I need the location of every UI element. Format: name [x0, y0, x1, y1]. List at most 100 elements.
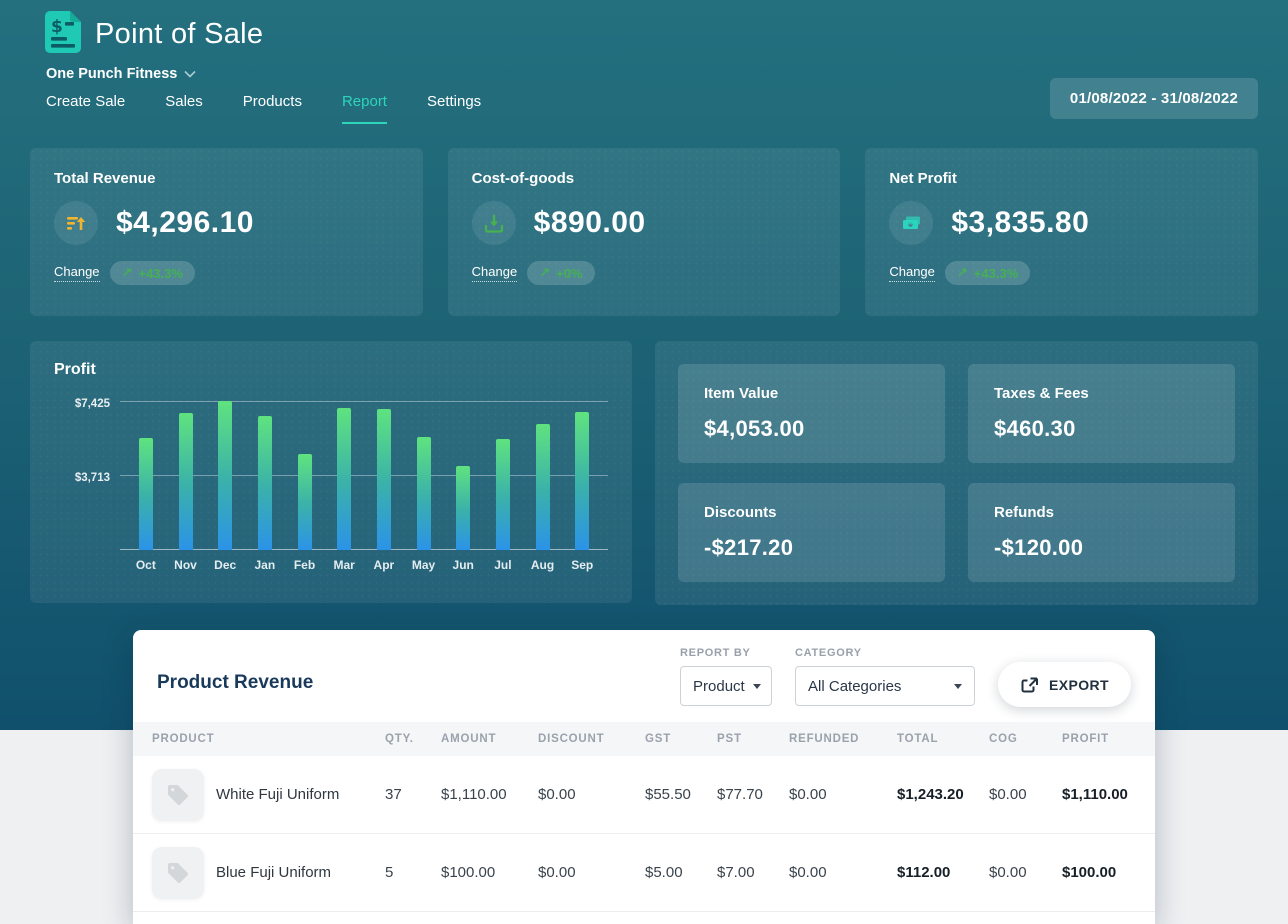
export-label: EXPORT: [1049, 677, 1109, 693]
middle-row: Profit $7,425$3,713 OctNovDecJanFebMarAp…: [30, 341, 1258, 605]
category-label: CATEGORY: [795, 647, 975, 659]
y-axis-label: $3,713: [75, 472, 110, 484]
stat-value: $4,296.10: [116, 206, 254, 240]
cell-amount: $1,110.00: [441, 786, 538, 803]
table-row[interactable]: Blue Fuji Uniform5$100.00$0.00$5.00$7.00…: [133, 834, 1155, 912]
bar-aug: [536, 424, 550, 550]
summary-label: Taxes & Fees: [994, 385, 1209, 402]
hero-section: $ Point of Sale One Punch Fitness Create…: [0, 0, 1288, 730]
column-header-cog: COG: [989, 733, 1062, 745]
stat-label: Net Profit: [889, 170, 1234, 187]
product-name: Blue Fuji Uniform: [216, 864, 331, 881]
revenue-trend-icon: [54, 201, 98, 245]
cell-qty: 5: [385, 864, 441, 881]
export-button[interactable]: EXPORT: [998, 662, 1131, 707]
stat-card-net-profit: Net Profit $3,835.80 Change ↗+43.3%: [865, 148, 1258, 316]
caret-down-icon: [753, 684, 761, 689]
summary-label: Discounts: [704, 504, 919, 521]
report-by-label: REPORT BY: [680, 647, 772, 659]
nav-tab-report[interactable]: Report: [342, 93, 387, 124]
column-header-profit: PROFIT: [1062, 733, 1155, 745]
chevron-down-icon: [184, 70, 196, 78]
summary-card-discounts: Discounts-$217.20: [678, 483, 945, 582]
stat-value: $890.00: [534, 206, 646, 240]
stat-card-cost-of-goods: Cost-of-goods $890.00 Change ↗+0%: [448, 148, 841, 316]
cell-cog: $0.00: [989, 864, 1062, 881]
column-header-product: PRODUCT: [152, 733, 385, 745]
cell-cog: $0.00: [989, 786, 1062, 803]
x-axis-label: Apr: [364, 558, 404, 572]
column-header-discount: DISCOUNT: [538, 733, 645, 745]
x-axis-label: Dec: [205, 558, 245, 572]
stats-row: Total Revenue $4,296.10 Change: [30, 148, 1258, 316]
cell-qty: 37: [385, 786, 441, 803]
column-header-amount: AMOUNT: [441, 733, 538, 745]
stat-label: Total Revenue: [54, 170, 399, 187]
x-axis-label: Nov: [166, 558, 206, 572]
org-switcher[interactable]: One Punch Fitness: [46, 66, 196, 82]
stat-value: $3,835.80: [951, 206, 1089, 240]
x-axis-label: Jan: [245, 558, 285, 572]
profit-bar-chart: $7,425$3,713 OctNovDecJanFebMarAprMayJun…: [54, 395, 608, 572]
cell-product: Blue Fuji Uniform: [152, 847, 385, 899]
bar-apr: [377, 409, 391, 550]
x-axis-label: Oct: [126, 558, 166, 572]
product-image-placeholder: [152, 847, 204, 899]
caret-down-icon: [954, 684, 962, 689]
x-axis-label: Mar: [324, 558, 364, 572]
y-axis: $7,425$3,713: [54, 395, 120, 550]
summary-card-taxes-fees: Taxes & Fees$460.30: [968, 364, 1235, 463]
trend-up-icon: ↗: [122, 266, 133, 281]
product-name: White Fuji Uniform: [216, 786, 339, 803]
x-axis-label: Jul: [483, 558, 523, 572]
cell-product: White Fuji Uniform: [152, 769, 385, 821]
nav-tab-sales[interactable]: Sales: [165, 93, 203, 124]
category-select[interactable]: All Categories: [795, 666, 975, 706]
cell-amount: $100.00: [441, 864, 538, 881]
product-revenue-header: Product Revenue REPORT BY Product CATEGO…: [133, 630, 1155, 707]
cell-gst: $55.50: [645, 786, 717, 803]
cell-refunded: $0.00: [789, 786, 897, 803]
summary-panel: Item Value$4,053.00Taxes & Fees$460.30Di…: [655, 341, 1258, 605]
change-label[interactable]: Change: [54, 264, 100, 282]
report-by-select[interactable]: Product: [680, 666, 772, 706]
bar-oct: [139, 438, 153, 550]
nav-tab-products[interactable]: Products: [243, 93, 302, 124]
table-body: White Fuji Uniform37$1,110.00$0.00$55.50…: [133, 756, 1155, 912]
cell-profit: $1,110.00: [1062, 786, 1155, 803]
stat-card-total-revenue: Total Revenue $4,296.10 Change: [30, 148, 423, 316]
change-badge: ↗+0%: [527, 261, 594, 285]
summary-card-refunds: Refunds-$120.00: [968, 483, 1235, 582]
table-row[interactable]: White Fuji Uniform37$1,110.00$0.00$55.50…: [133, 756, 1155, 834]
cell-discount: $0.00: [538, 864, 645, 881]
summary-value: -$120.00: [994, 535, 1209, 561]
summary-value: $4,053.00: [704, 416, 919, 442]
change-badge: ↗+43.3%: [945, 261, 1030, 285]
report-by-value: Product: [693, 678, 745, 695]
date-range-button[interactable]: 01/08/2022 - 31/08/2022: [1050, 78, 1258, 119]
change-label[interactable]: Change: [472, 264, 518, 282]
category-value: All Categories: [808, 678, 901, 695]
cell-total: $1,243.20: [897, 786, 989, 803]
cash-icon: [889, 201, 933, 245]
chart-title: Profit: [54, 361, 608, 379]
column-header-pst: PST: [717, 733, 789, 745]
summary-card-item-value: Item Value $4,053.00: [678, 364, 945, 463]
cell-gst: $5.00: [645, 864, 717, 881]
bar-nov: [179, 413, 193, 550]
change-label[interactable]: Change: [889, 264, 935, 282]
svg-text:$: $: [51, 17, 63, 37]
column-header-total: TOTAL: [897, 733, 989, 745]
plot-area: [120, 395, 608, 550]
column-header-refunded: REFUNDED: [789, 733, 897, 745]
bar-jun: [456, 466, 470, 550]
change-badge: ↗+43.3%: [110, 261, 195, 285]
app-root: $ Point of Sale One Punch Fitness Create…: [0, 0, 1288, 924]
nav-tab-create-sale[interactable]: Create Sale: [46, 93, 125, 124]
nav-tab-settings[interactable]: Settings: [427, 93, 481, 124]
export-icon: [1020, 676, 1039, 694]
app-logo-icon: $: [44, 10, 82, 59]
x-axis-label: Jun: [443, 558, 483, 572]
summary-label: Item Value: [704, 385, 919, 402]
bar-may: [417, 437, 431, 550]
